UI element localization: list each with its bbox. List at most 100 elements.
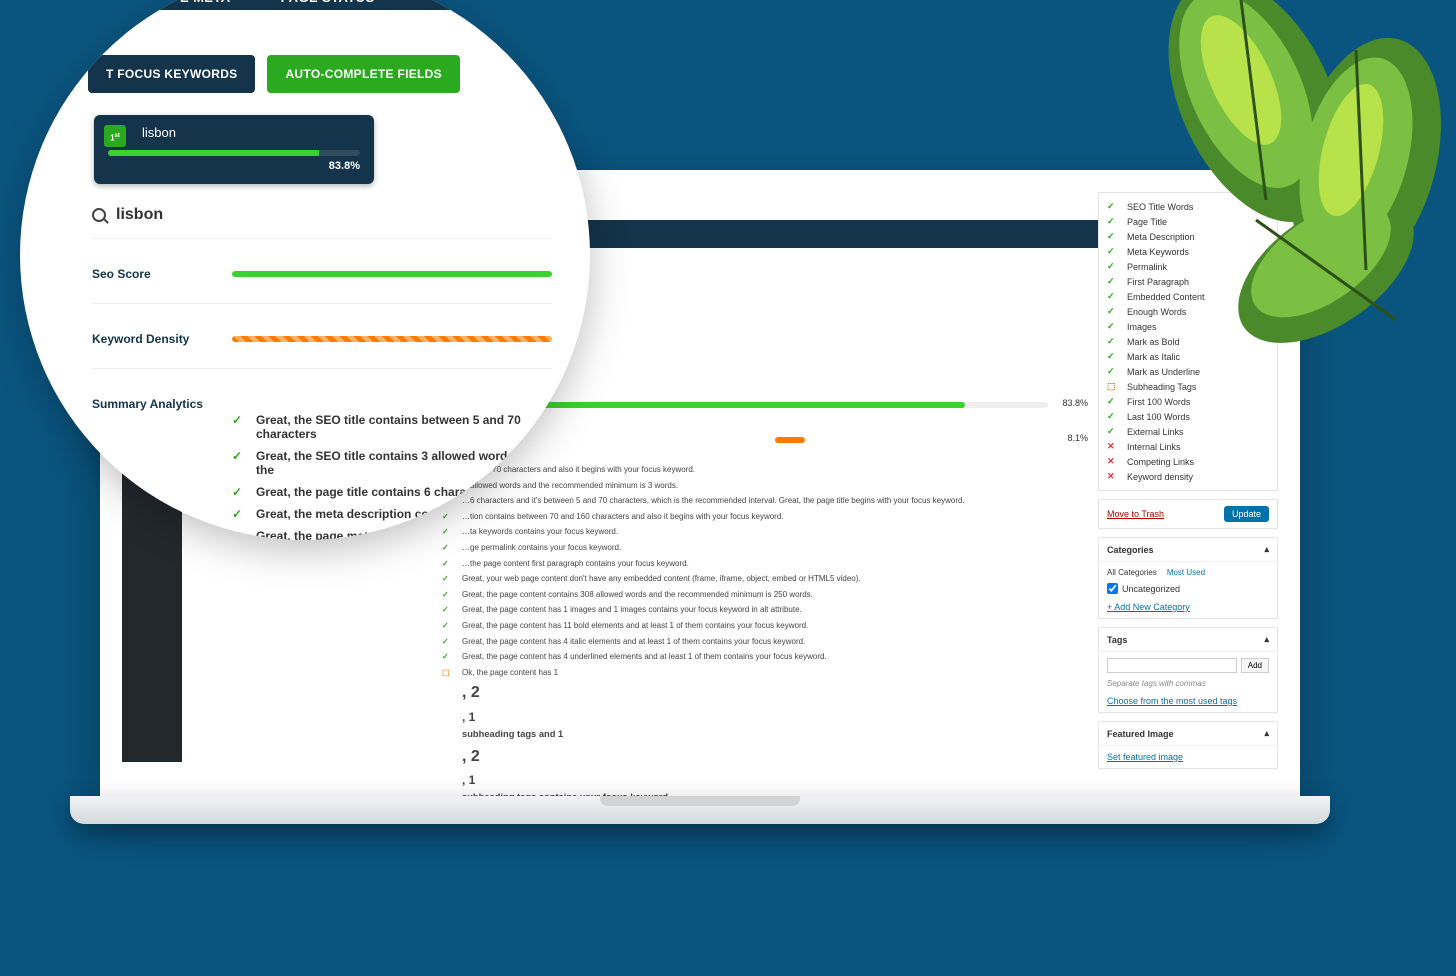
status-icon: ✓ [1107,321,1121,332]
laptop-base [70,796,1330,824]
side-check-row: ✓First 100 Words [1107,394,1269,409]
side-check-row: ✕Internal Links [1107,439,1269,454]
check-row: ✓Great, the page meta keywords conta [232,525,552,540]
move-to-trash-link[interactable]: Move to Trash [1107,509,1164,519]
side-check-row: ✓Mark as Underline [1107,364,1269,379]
status-icon: ✓ [1107,336,1121,347]
tab-page-status[interactable]: PAGE STATUS [281,0,375,13]
focus-keywords-button[interactable]: T FOCUS KEYWORDS [88,55,255,93]
check-row: ✓Great, the SEO title contains between 5… [232,409,552,445]
collapse-icon[interactable]: ▴ [1264,544,1269,555]
search-icon [92,208,106,222]
status-icon: ⬚ [1107,381,1121,392]
status-icon: ✓ [1107,426,1121,437]
side-check-row: ✓Last 100 Words [1107,409,1269,424]
status-icon: ✓ [442,588,456,602]
collapse-icon[interactable]: ▴ [1264,634,1269,645]
meta-sidebar: ✓SEO Title Words✓Page Title✓Meta Descrip… [1098,192,1278,777]
zoom-lens: E META PAGE STATUS T FOCUS KEYWORDS AUTO… [20,0,590,540]
update-button[interactable]: Update [1224,506,1269,522]
collapse-icon[interactable]: ▴ [1264,728,1269,739]
status-icon: ⬚ [442,666,456,800]
side-check-row: ✓Page Title [1107,214,1269,229]
status-icon: ✓ [1107,306,1121,317]
detail-row: ✓Great, the page content has 4 underline… [442,649,1048,665]
status-icon: ✓ [1107,351,1121,362]
status-icon: ✓ [442,557,456,571]
check-icon: ✓ [232,413,246,427]
status-icon: ✓ [1107,261,1121,272]
status-icon: ✓ [442,572,456,586]
status-icon: ✕ [1107,441,1121,452]
category-uncategorized[interactable]: Uncategorized [1107,583,1269,594]
status-icon: ✓ [1107,201,1121,212]
keyword-card[interactable]: 1st lisbon 83.8% [94,115,374,184]
status-icon: ✓ [1107,366,1121,377]
status-icon: ✓ [1107,216,1121,227]
tab-meta[interactable]: E META [180,0,231,13]
add-tag-button[interactable]: Add [1241,658,1269,673]
tags-note: Separate tags with commas [1107,679,1269,688]
choose-tags-link[interactable]: Choose from the most used tags [1107,696,1237,706]
categories-heading: Categories [1107,545,1154,555]
detail-row: ✓…the page content first paragraph conta… [442,556,1048,572]
status-icon: ✓ [442,650,456,664]
status-icon: ✕ [1107,471,1121,482]
density-bar: 8.1% [532,437,1048,443]
check-icon: ✓ [232,529,246,540]
seo-score-label: Seo Score [92,267,232,281]
tab-all-categories[interactable]: All Categories [1107,568,1157,577]
detail-row: ✓Great, the page content has 4 italic el… [442,634,1048,650]
search-term: lisbon [116,206,163,224]
detail-row: ✓Great, the page content has 1 images an… [442,602,1048,618]
status-icon: ✓ [1107,291,1121,302]
auto-complete-button[interactable]: AUTO-COMPLETE FIELDS [267,55,459,93]
detail-row: ✓Great, the page content contains 308 al… [442,587,1048,603]
featured-heading: Featured Image [1107,729,1174,739]
seo-checklist: ✓SEO Title Words✓Page Title✓Meta Descrip… [1099,193,1277,490]
side-check-row: ✕Keyword density [1107,469,1269,484]
side-check-row: ✓Meta Description [1107,229,1269,244]
check-row: ✓Great, the page title contains 6 charac… [232,481,552,503]
seo-score-bar-zoom [232,271,552,277]
category-checkbox[interactable] [1107,583,1118,594]
side-check-row: ✓Mark as Bold [1107,334,1269,349]
density-label: Keyword Density [92,332,232,346]
check-row: ✓Great, the SEO title contains 3 allowed… [232,445,552,481]
check-row: ✓Great, the meta description contains be… [232,503,552,525]
keyword-text: lisbon [142,125,360,140]
side-check-row: ✓Mark as Italic [1107,349,1269,364]
side-check-row: ✓External Links [1107,424,1269,439]
status-icon: ✓ [1107,411,1121,422]
rank-badge: 1st [104,125,126,147]
side-check-row: ✓Images [1107,319,1269,334]
side-check-row: ✓Meta Keywords [1107,244,1269,259]
status-icon: ✓ [1107,231,1121,242]
detail-row: ⬚Ok, the page content has 1 , 2 , 1 subh… [442,665,1048,800]
side-check-row: ✓Embedded Content [1107,289,1269,304]
status-icon: ✓ [442,603,456,617]
tags-input[interactable] [1107,658,1237,673]
status-icon: ✓ [442,635,456,649]
check-icon: ✓ [232,507,246,521]
side-check-row: ⬚Subheading Tags [1107,379,1269,394]
add-category-link[interactable]: + Add New Category [1107,602,1190,612]
detail-row: ✓Great, the page content has 11 bold ele… [442,618,1048,634]
side-check-row: ✓Enough Words [1107,304,1269,319]
check-icon: ✓ [232,485,246,499]
status-icon: ✓ [1107,396,1121,407]
keyword-percent: 83.8% [108,160,360,172]
status-icon: ✓ [1107,276,1121,287]
status-icon: ✕ [1107,456,1121,467]
status-icon: ✓ [1107,246,1121,257]
tab-most-used[interactable]: Most Used [1167,568,1205,577]
side-check-row: ✓Permalink [1107,259,1269,274]
detail-row: ✓Great, your web page content don't have… [442,571,1048,587]
side-check-row: ✓SEO Title Words [1107,199,1269,214]
set-featured-image-link[interactable]: Set featured image [1107,752,1183,762]
side-check-row: ✕Competing Links [1107,454,1269,469]
status-icon: ✓ [442,541,456,555]
check-icon: ✓ [232,449,246,463]
status-icon: ✓ [442,619,456,633]
detail-row: ✓…ge permalink contains your focus keywo… [442,540,1048,556]
